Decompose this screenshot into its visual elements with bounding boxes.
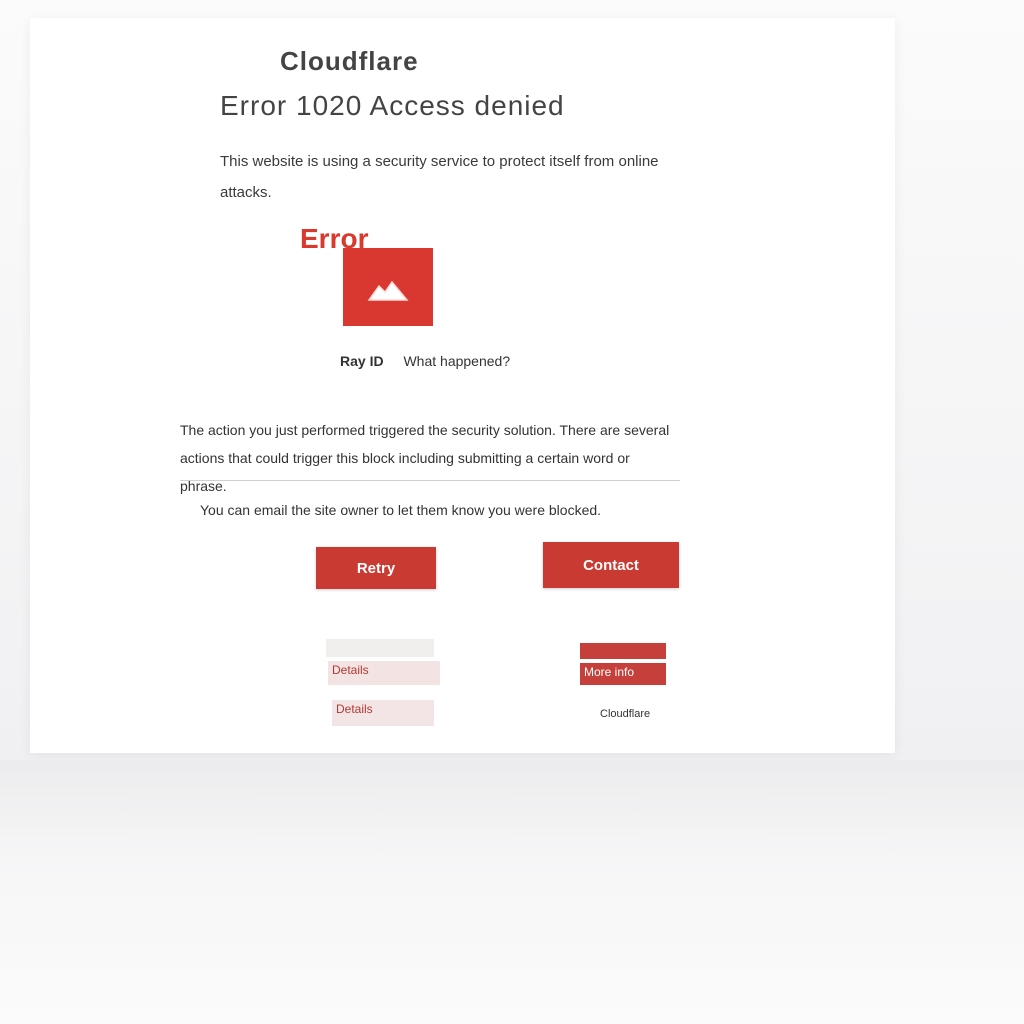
caption-row: Ray ID What happened? [340,353,670,369]
details-link[interactable]: Details [332,700,434,726]
retry-button[interactable]: Retry [316,547,436,589]
divider [180,480,680,481]
contact-button[interactable]: Contact [543,542,679,588]
caption-text: What happened? [403,353,511,369]
reflection [0,760,1024,1024]
link-item[interactable] [326,639,434,657]
intro-text: This website is using a security service… [220,153,659,201]
details-link[interactable]: Details [328,661,440,685]
ray-id-label: Ray ID [340,353,384,369]
page-title: Cloudflare [280,46,419,76]
owner-note: You can email the site owner to let them… [200,502,602,518]
description-paragraph: The action you just performed triggered … [180,422,670,494]
link-item[interactable] [580,643,666,659]
error-card: Cloudflare Error 1020 Access denied This… [30,18,895,753]
cloud-icon [343,248,433,326]
cloud-icon-shape [367,280,409,301]
more-info-link[interactable]: More info [580,663,666,685]
footer-note: Cloudflare [600,708,651,720]
error-subtitle: Error 1020 Access denied [220,90,565,121]
